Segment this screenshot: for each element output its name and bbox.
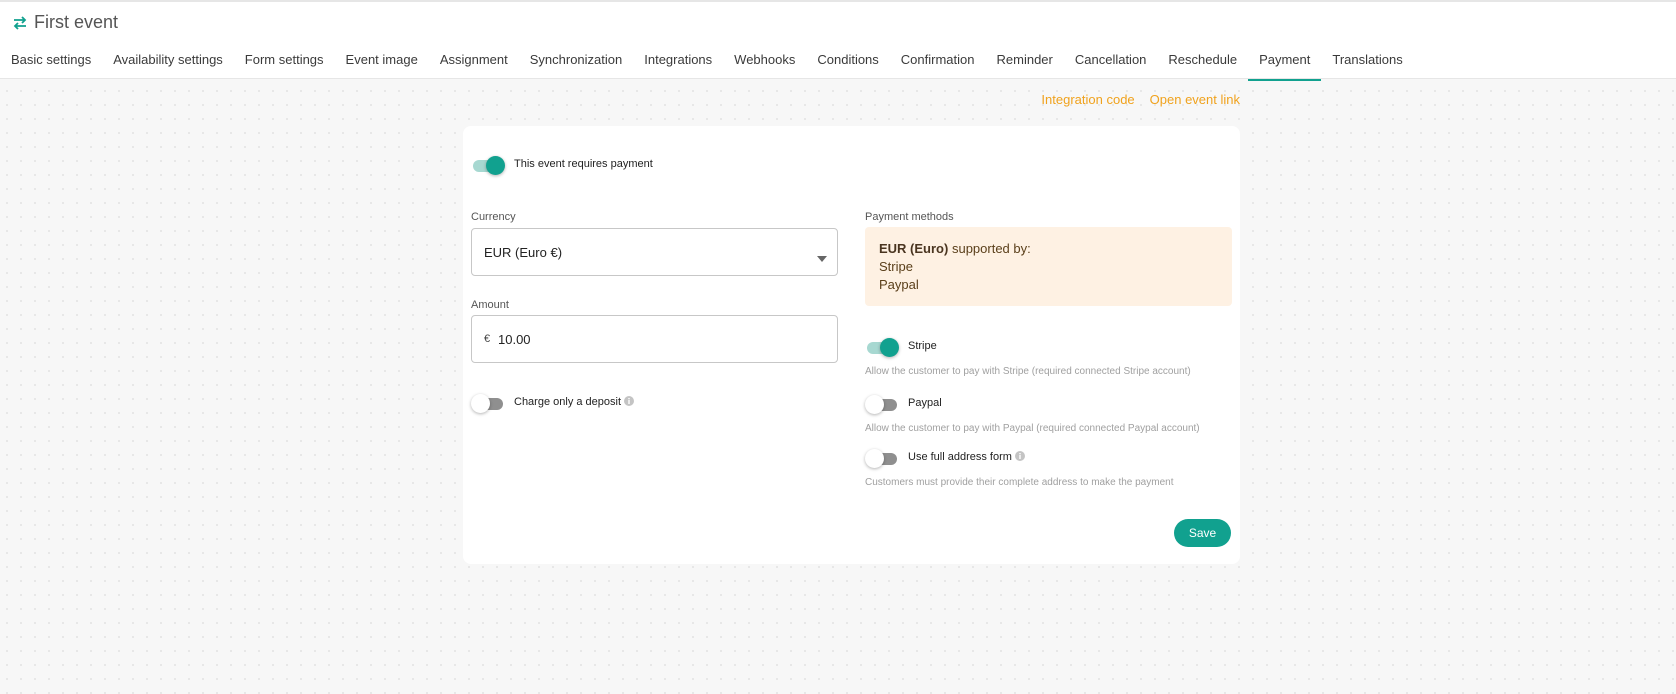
tab-availability-settings[interactable]: Availability settings <box>102 43 234 81</box>
deposit-toggle[interactable] <box>471 393 505 413</box>
save-button[interactable]: Save <box>1174 519 1231 547</box>
amount-label: Amount <box>471 299 509 311</box>
full-address-toggle[interactable] <box>865 448 899 468</box>
supported-method-paypal: Paypal <box>879 277 919 292</box>
tab-synchronization[interactable]: Synchronization <box>519 43 634 81</box>
tab-event-image[interactable]: Event image <box>335 43 429 81</box>
page-title: First event <box>34 12 119 32</box>
stripe-label: Stripe <box>908 340 937 352</box>
tab-conditions[interactable]: Conditions <box>806 43 889 81</box>
caret-down-icon <box>817 250 827 265</box>
currency-symbol: € <box>484 333 491 345</box>
tab-confirmation[interactable]: Confirmation <box>890 43 986 81</box>
supported-method-stripe: Stripe <box>879 259 913 274</box>
tab-cancellation[interactable]: Cancellation <box>1064 43 1158 81</box>
tab-payment[interactable]: Payment <box>1248 43 1322 81</box>
tab-bar: Basic settings Availability settings For… <box>0 43 1414 81</box>
amount-value: 10.00 <box>498 332 531 347</box>
event-links: Integration code Open event link <box>1041 92 1240 107</box>
supported-currency: EUR (Euro) <box>879 241 949 256</box>
payment-settings-card: This event requires payment Currency EUR… <box>463 126 1240 564</box>
full-address-label: Use full address form <box>908 451 1025 463</box>
open-event-link[interactable]: Open event link <box>1150 92 1240 107</box>
tab-translations[interactable]: Translations <box>1321 43 1413 81</box>
info-circle-icon[interactable] <box>624 396 635 406</box>
tab-form-settings[interactable]: Form settings <box>234 43 335 81</box>
requires-payment-label: This event requires payment <box>514 158 653 170</box>
payment-methods-label: Payment methods <box>865 211 954 223</box>
currency-select[interactable]: EUR (Euro €) <box>471 228 838 276</box>
paypal-label: Paypal <box>908 397 942 409</box>
supported-by-text: supported by: <box>951 241 1031 256</box>
tab-webhooks[interactable]: Webhooks <box>723 43 806 81</box>
swap-arrows-icon <box>12 15 28 31</box>
currency-label: Currency <box>471 211 516 223</box>
tab-reminder[interactable]: Reminder <box>986 43 1064 81</box>
page-header: First event Basic settings Availability … <box>0 0 1676 81</box>
paypal-hint: Allow the customer to pay with Paypal (r… <box>865 423 1200 434</box>
paypal-toggle[interactable] <box>865 394 899 414</box>
requires-payment-toggle[interactable] <box>471 155 505 175</box>
info-circle-icon[interactable] <box>1014 451 1025 461</box>
integration-code-link[interactable]: Integration code <box>1041 92 1134 107</box>
stripe-hint: Allow the customer to pay with Stripe (r… <box>865 366 1191 377</box>
tab-basic-settings[interactable]: Basic settings <box>0 43 102 81</box>
currency-value: EUR (Euro €) <box>484 245 563 260</box>
full-address-hint: Customers must provide their complete ad… <box>865 477 1174 488</box>
supported-heading: EUR (Euro) supported by: <box>879 240 1218 258</box>
stripe-toggle[interactable] <box>865 337 899 357</box>
tab-assignment[interactable]: Assignment <box>429 43 519 81</box>
title-row: First event <box>12 12 118 33</box>
tab-integrations[interactable]: Integrations <box>633 43 723 81</box>
amount-input[interactable]: € 10.00 <box>471 315 838 363</box>
deposit-label: Charge only a deposit <box>514 396 635 408</box>
supported-methods-box: EUR (Euro) supported by: Stripe Paypal <box>865 227 1232 306</box>
tab-reschedule[interactable]: Reschedule <box>1157 43 1248 81</box>
